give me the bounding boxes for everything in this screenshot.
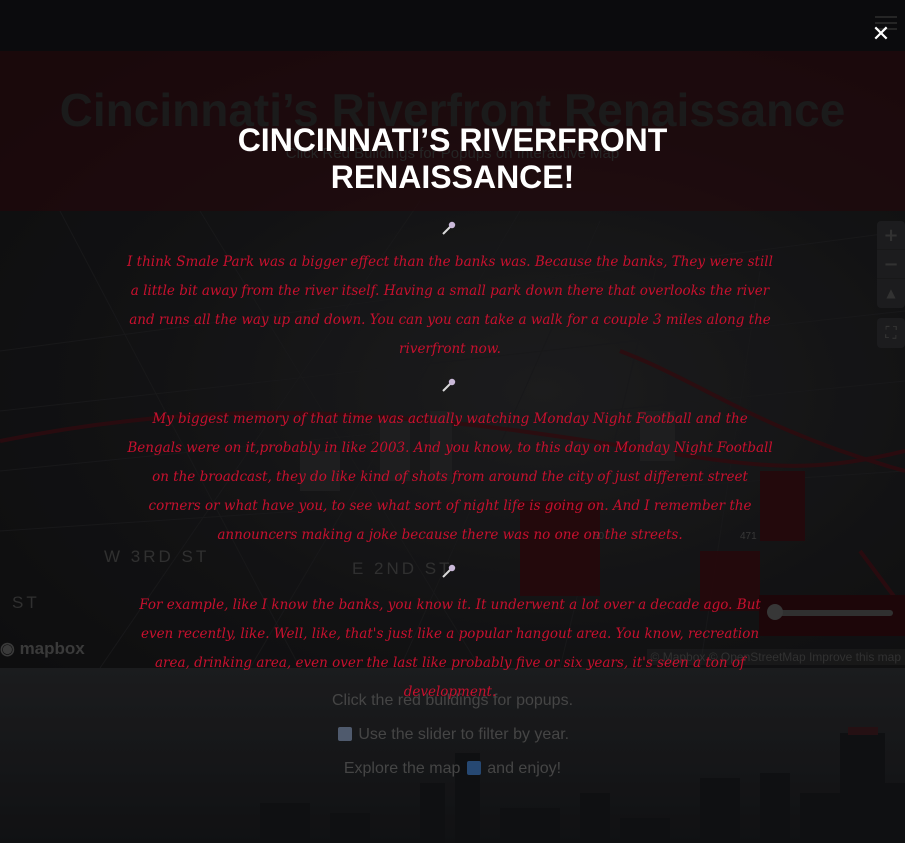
quote-text: I think Smale Park was a bigger effect t… bbox=[127, 254, 773, 357]
quote-text: My biggest memory of that time was actua… bbox=[127, 411, 773, 543]
microphone-icon bbox=[442, 378, 456, 392]
microphone-icon bbox=[442, 221, 456, 235]
intro-modal-overlay: ✕ CINCINNATI’S RIVERFRONT RENAISSANCE! I… bbox=[0, 0, 905, 843]
quote-text: For example, like I know the banks, you … bbox=[139, 597, 761, 700]
close-button[interactable]: ✕ bbox=[871, 24, 891, 46]
modal-title: CINCINNATI’S RIVERFRONT RENAISSANCE! bbox=[237, 122, 668, 195]
microphone-icon bbox=[442, 564, 456, 578]
